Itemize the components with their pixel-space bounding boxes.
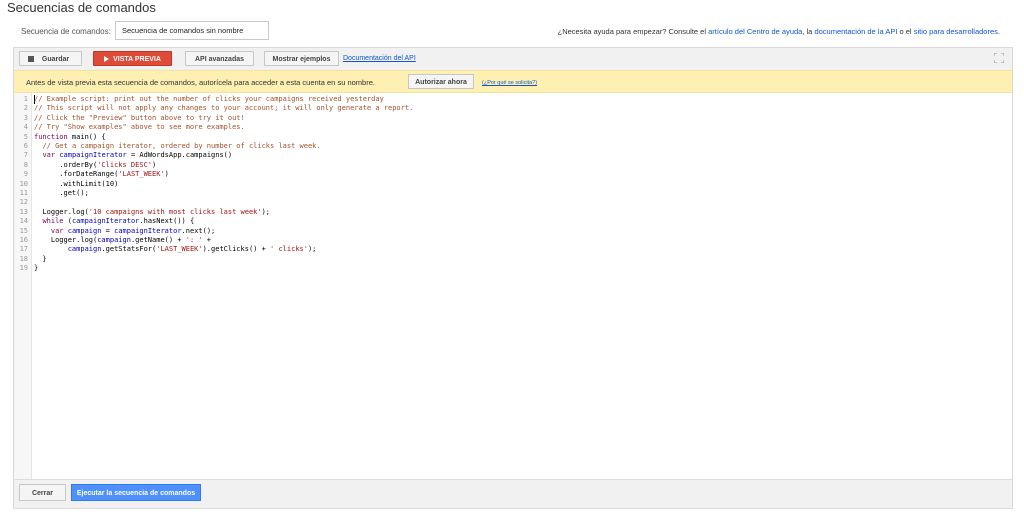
code-editor[interactable]: 1 // Example script: print out the number… (14, 93, 1012, 480)
script-name-input[interactable]: Secuencia de comandos sin nombre (115, 21, 269, 40)
script-name-label: Secuencia de comandos: (21, 27, 111, 36)
play-icon (104, 56, 110, 62)
developers-site-link[interactable]: sitio para desarrolladores (914, 27, 998, 36)
code-text: .get(); (34, 189, 89, 197)
show-examples-button[interactable]: Mostrar ejemplos (264, 51, 339, 66)
footer-bar: Cerrar Ejecutar la secuencia de comandos (14, 480, 1012, 508)
line-number: 3 (23, 113, 28, 122)
line-number: 12 (19, 198, 28, 207)
close-button[interactable]: Cerrar (19, 484, 66, 501)
code-text: .withLimit(10) (34, 179, 119, 188)
code-text: } (34, 264, 39, 273)
page-title: Secuencias de comandos (7, 0, 156, 15)
run-script-button[interactable]: Ejecutar la secuencia de comandos (71, 484, 201, 501)
authorization-notice: Antes de vista previa esta secuencia de … (14, 70, 1012, 93)
line-number: 5 (23, 132, 28, 141)
line-number: 18 (19, 254, 28, 263)
code-text: function main() { (34, 132, 106, 141)
code-text: // Try "Show examples" above to see more… (34, 123, 245, 132)
expand-icon[interactable] (993, 52, 1005, 64)
api-docs-help-link[interactable]: documentación de la API (814, 27, 897, 36)
code-text: .orderBy('Clicks DESC') (34, 160, 157, 169)
advanced-api-button[interactable]: API avanzadas (185, 51, 254, 66)
line-number: 15 (19, 226, 28, 235)
code-text: var campaignIterator = AdWordsApp.campai… (42, 151, 233, 160)
code-text: // Get a campaign iterator, ordered by n… (42, 142, 321, 150)
code-text: campaign.getStatsFor('LAST_WEEK').getCli… (67, 245, 317, 254)
script-name-row: Secuencia de comandos: Secuencia de coma… (0, 20, 1024, 44)
line-number: 2 (23, 104, 28, 113)
why-requested-link[interactable]: (¿Por qué se solicita?) (482, 80, 537, 86)
code-text: // Click the "Preview" button above to t… (34, 113, 245, 122)
code-text: // This script will not apply any change… (34, 104, 414, 113)
code-text: .forDateRange('LAST_WEEK') (34, 170, 169, 179)
line-number: 14 (19, 217, 28, 226)
line-number: 1 (23, 95, 28, 103)
code-text: } (34, 254, 47, 263)
code-text: while (campaignIterator.hasNext()) { (42, 217, 195, 226)
line-number: 16 (19, 236, 28, 244)
toolbar: Guardar VISTA PREVIA API avanzadas Mostr… (14, 48, 1012, 70)
code-text: Logger.log('10 campaigns with most click… (34, 207, 271, 216)
help-prefix: ¿Necesita ayuda para empezar? Consulte e… (557, 27, 709, 36)
api-documentation-link[interactable]: Documentación del API (343, 55, 416, 62)
line-number: 8 (23, 160, 28, 169)
save-button[interactable]: Guardar (19, 51, 82, 66)
code-text: var campaign = campaignIterator.next(); (50, 226, 216, 235)
authorization-notice-text: Antes de vista previa esta secuencia de … (26, 78, 375, 87)
line-number: 11 (19, 189, 28, 197)
line-number: 13 (19, 207, 28, 216)
help-center-link[interactable]: artículo del Centro de ayuda (708, 27, 802, 36)
preview-button-label: VISTA PREVIA (113, 56, 161, 63)
code-text: // Example script: print out the number … (34, 95, 384, 103)
line-number: 6 (23, 142, 28, 150)
authorize-now-button[interactable]: Autorizar ahora (408, 74, 474, 89)
help-sep2: o el (897, 27, 914, 36)
script-editor-panel: Guardar VISTA PREVIA API avanzadas Mostr… (13, 47, 1013, 509)
help-suffix: . (997, 27, 1000, 36)
preview-button[interactable]: VISTA PREVIA (93, 51, 172, 66)
line-number: 9 (23, 170, 28, 179)
line-number: 4 (23, 123, 28, 132)
help-text: ¿Necesita ayuda para empezar? Consulte e… (558, 27, 1000, 36)
save-icon (28, 56, 34, 62)
code-text: Logger.log(campaign.getName() + ': ' + (34, 236, 212, 244)
line-number: 7 (23, 151, 28, 160)
line-number: 17 (19, 245, 28, 254)
help-sep1: , la (802, 27, 815, 36)
save-button-label: Guardar (41, 56, 70, 63)
line-number: 10 (19, 179, 28, 188)
line-number: 19 (19, 264, 28, 273)
